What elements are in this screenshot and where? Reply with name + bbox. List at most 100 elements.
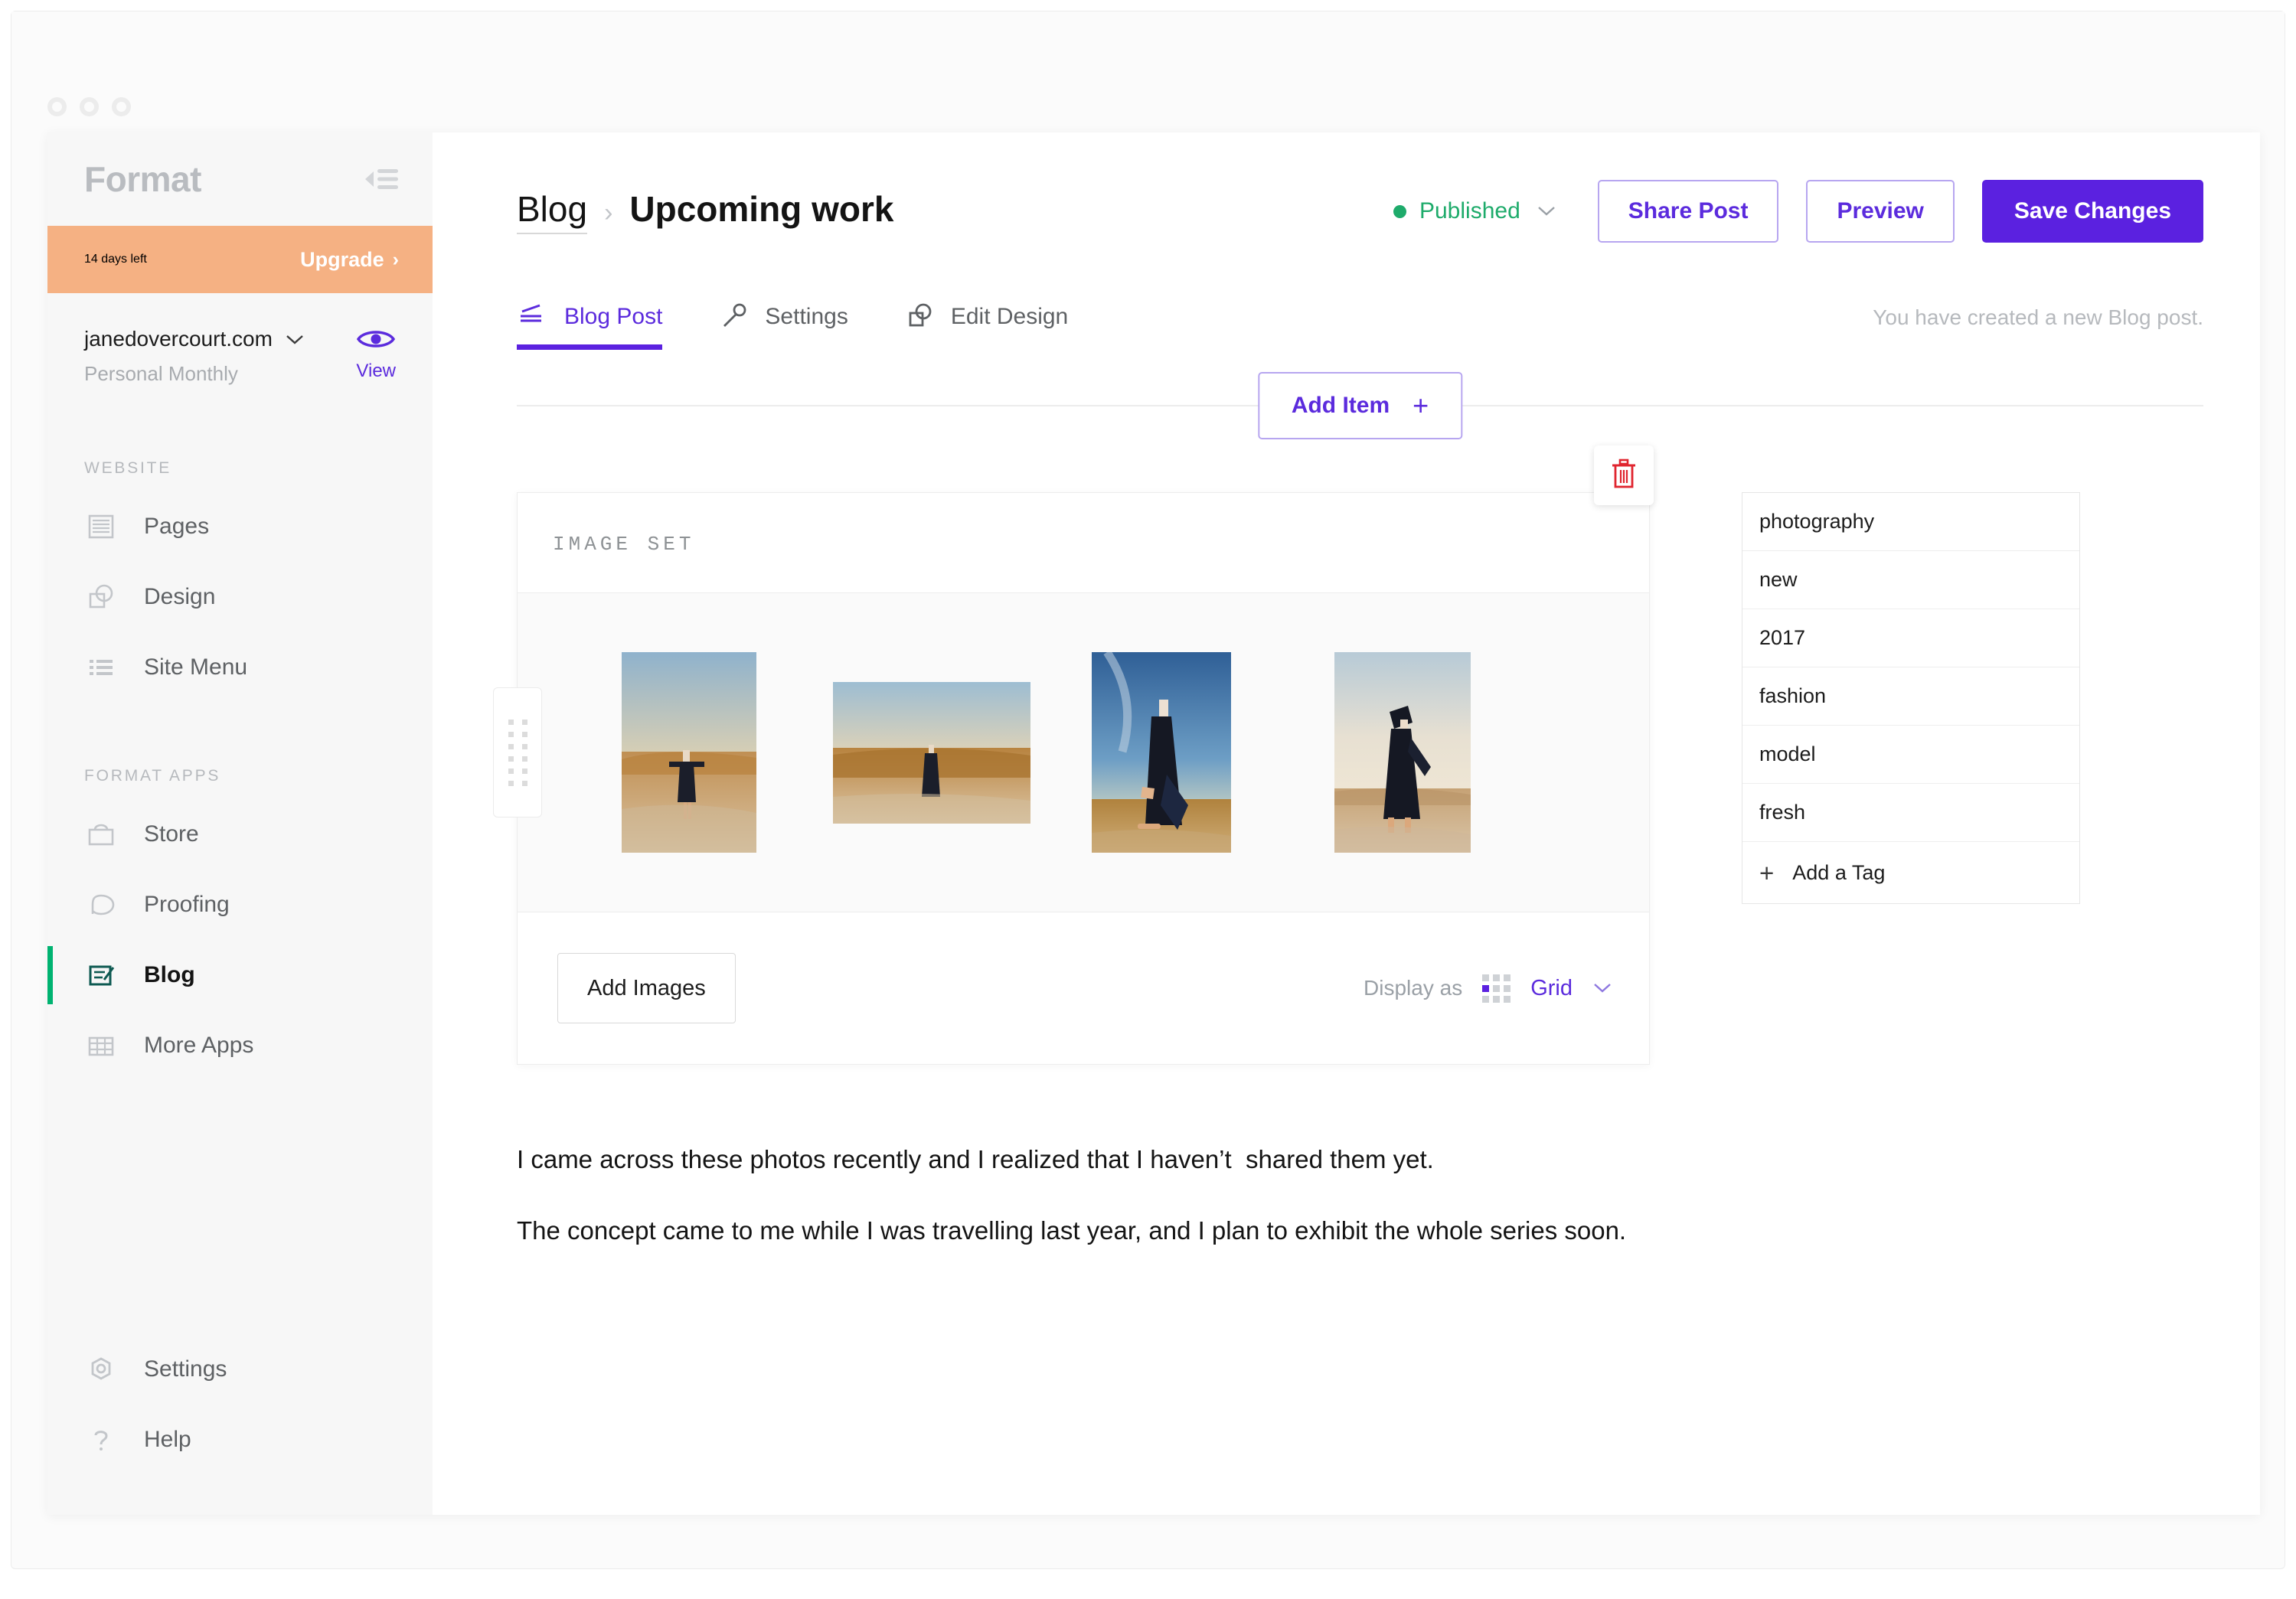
drag-dots xyxy=(508,719,527,786)
page-header: Blog › Upcoming work Published Share Pos… xyxy=(433,132,2260,243)
add-item-button[interactable]: Add Item + xyxy=(1257,372,1463,439)
thumbnail-image[interactable] xyxy=(1334,652,1471,853)
image-set-block: IMAGE SET Add Images Display as Grid xyxy=(493,445,1654,1065)
paragraph[interactable]: I came across these photos recently and … xyxy=(517,1138,1662,1182)
site-menu-icon xyxy=(84,651,118,684)
main-content: Blog › Upcoming work Published Share Pos… xyxy=(433,132,2260,1515)
tab-edit-design[interactable]: Edit Design xyxy=(903,301,1068,350)
wrench-icon xyxy=(717,301,750,333)
sidebar-item-label: Settings xyxy=(144,1356,227,1382)
display-as-control: Display as Grid xyxy=(1364,974,1612,1003)
sidebar-item-label: Site Menu xyxy=(144,654,248,680)
browser-titlebar xyxy=(11,11,2285,120)
sidebar-header: Format xyxy=(47,132,433,226)
sidebar-item-label: Help xyxy=(144,1427,191,1452)
tags-sidebar: photography new 2017 fashion model fresh… xyxy=(1650,492,2203,1065)
add-images-button[interactable]: Add Images xyxy=(557,953,736,1023)
tag-item[interactable]: new xyxy=(1742,551,2079,609)
add-tag-label: Add a Tag xyxy=(1792,860,1886,884)
sidebar-item-label: Store xyxy=(144,821,199,847)
display-as-label: Display as xyxy=(1364,976,1463,1000)
sidebar-item-label: Design xyxy=(144,584,216,609)
grid-icon xyxy=(1482,974,1511,1003)
close-icon[interactable] xyxy=(47,97,67,116)
maximize-icon[interactable] xyxy=(112,97,131,116)
tags-panel: photography new 2017 fashion model fresh… xyxy=(1742,492,2080,904)
sidebar-section-apps-title: FORMAT APPS xyxy=(84,767,221,785)
sidebar-item-help[interactable]: Help xyxy=(47,1405,433,1475)
share-post-button[interactable]: Share Post xyxy=(1597,180,1779,243)
block-footer: Add Images Display as Grid xyxy=(518,912,1649,1064)
chevron-down-icon xyxy=(1537,201,1556,222)
tag-item[interactable]: 2017 xyxy=(1742,609,2079,667)
thumbnail-image[interactable] xyxy=(1092,652,1231,853)
tag-item[interactable]: photography xyxy=(1742,493,2079,551)
upgrade-button[interactable]: Upgrade › xyxy=(300,248,399,272)
chevron-down-icon[interactable] xyxy=(1592,977,1612,999)
sidebar-item-site-menu[interactable]: Site Menu xyxy=(47,632,433,703)
chevron-right-icon: › xyxy=(392,248,399,270)
tag-item[interactable]: fashion xyxy=(1742,667,2079,726)
page-title: Upcoming work xyxy=(629,189,894,229)
tabs-bar: Blog Post Settings Edit Design You have … xyxy=(433,301,2260,350)
design-icon xyxy=(903,301,936,333)
sidebar-item-blog[interactable]: Blog xyxy=(47,940,433,1010)
sidebar: Format 14 days left Upgrade › janedoverc… xyxy=(47,132,433,1515)
sidebar-item-store[interactable]: Store xyxy=(47,799,433,870)
breadcrumb-blog-link[interactable]: Blog xyxy=(517,188,588,234)
browser-window: Format 14 days left Upgrade › janedoverc… xyxy=(11,11,2285,1569)
status-notice: You have created a new Blog post. xyxy=(1873,305,2203,329)
tab-blog-post[interactable]: Blog Post xyxy=(517,301,663,350)
header-actions: Published Share Post Preview Save Change… xyxy=(1393,180,2203,243)
delete-block-button[interactable] xyxy=(1594,445,1654,505)
plus-icon: + xyxy=(1413,390,1429,421)
tab-label: Edit Design xyxy=(950,304,1069,329)
sidebar-item-proofing[interactable]: Proofing xyxy=(47,870,433,940)
sidebar-item-design[interactable]: Design xyxy=(47,562,433,632)
view-site-button[interactable]: View xyxy=(356,327,402,382)
post-body[interactable]: I came across these photos recently and … xyxy=(433,1065,1719,1253)
drag-handle-icon[interactable] xyxy=(493,687,542,817)
eye-icon xyxy=(357,327,396,355)
display-mode-value[interactable]: Grid xyxy=(1530,976,1573,1001)
brand-logo: Format xyxy=(84,159,201,199)
editor-blocks: IMAGE SET Add Images Display as Grid xyxy=(493,445,1654,1065)
status-badge[interactable]: Published xyxy=(1393,198,1556,224)
sidebar-item-pages[interactable]: Pages xyxy=(47,491,433,562)
status-dot-icon xyxy=(1393,204,1406,218)
site-selector-block: janedovercourt.com Personal Monthly View xyxy=(47,293,433,386)
collapse-sidebar-icon[interactable] xyxy=(365,166,399,192)
trial-days-label: 14 days left xyxy=(84,253,147,266)
tab-label: Blog Post xyxy=(564,304,663,329)
tab-label: Settings xyxy=(765,304,848,329)
tab-settings[interactable]: Settings xyxy=(717,301,848,350)
block-header: IMAGE SET xyxy=(518,493,1649,592)
site-domain-selector[interactable]: janedovercourt.com xyxy=(84,327,305,351)
minimize-icon[interactable] xyxy=(80,97,99,116)
thumbnail-image[interactable] xyxy=(833,681,1030,824)
site-plan-label: Personal Monthly xyxy=(84,362,238,385)
tag-item[interactable]: fresh xyxy=(1742,784,2079,842)
chevron-right-icon: › xyxy=(604,198,613,227)
edit-lines-icon xyxy=(517,301,549,333)
sidebar-item-settings[interactable]: Settings xyxy=(47,1334,433,1405)
status-label: Published xyxy=(1419,198,1520,224)
view-label: View xyxy=(356,361,396,381)
save-changes-button[interactable]: Save Changes xyxy=(1981,180,2203,243)
paragraph[interactable]: The concept came to me while I was trave… xyxy=(517,1209,1662,1253)
tag-item[interactable]: model xyxy=(1742,726,2079,784)
add-tag-button[interactable]: + Add a Tag xyxy=(1742,842,2079,903)
trial-banner[interactable]: 14 days left Upgrade › xyxy=(47,226,433,293)
sidebar-footer: Settings Help xyxy=(47,1334,433,1475)
sidebar-item-more-apps[interactable]: More Apps xyxy=(47,1010,433,1081)
gear-icon xyxy=(84,1353,118,1386)
plus-icon: + xyxy=(1759,858,1775,887)
proofing-icon xyxy=(84,888,118,922)
sidebar-item-label: Pages xyxy=(144,514,210,539)
sidebar-item-label: Proofing xyxy=(144,892,230,917)
more-apps-icon xyxy=(84,1029,118,1062)
sidebar-section-website-title: WEBSITE xyxy=(84,459,172,477)
window-controls xyxy=(47,97,131,116)
thumbnail-image[interactable] xyxy=(622,652,756,853)
preview-button[interactable]: Preview xyxy=(1806,180,1955,243)
